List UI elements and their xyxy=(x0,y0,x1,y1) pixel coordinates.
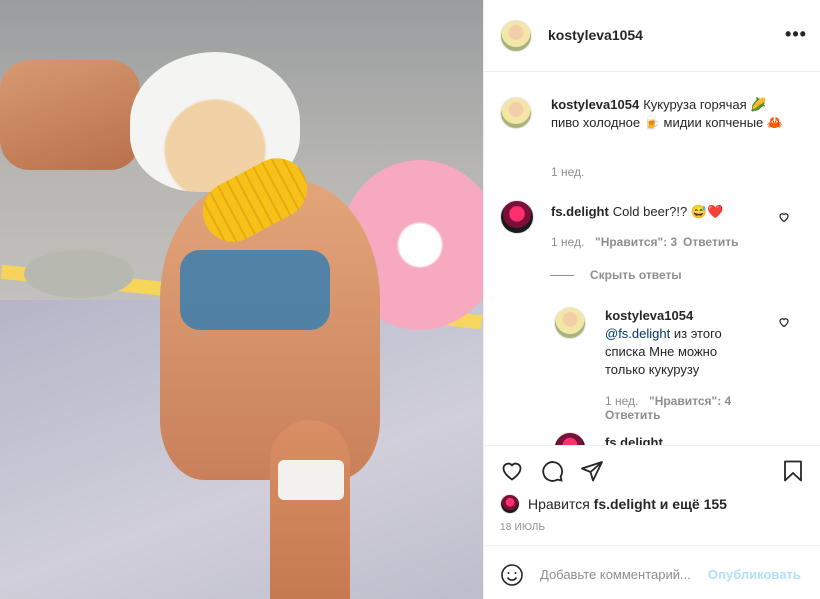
comment-like-heart-icon[interactable] xyxy=(778,211,790,223)
post-side-panel: kostyleva1054 ••• kostyleva1054 Кукуруза … xyxy=(483,0,820,599)
comment-time[interactable]: 1 нед. xyxy=(551,235,584,249)
reply-username[interactable]: kostyleva1054 xyxy=(605,308,693,323)
bookmark-icon[interactable] xyxy=(781,459,805,483)
reply-avatar[interactable] xyxy=(554,307,586,339)
post-photo[interactable] xyxy=(0,0,483,599)
photo-bandage xyxy=(278,460,344,500)
comment-reply-button[interactable]: Ответить xyxy=(683,235,738,249)
caption: kostyleva1054 Кукуруза горячая 🌽 пиво хол… xyxy=(484,73,820,179)
hide-replies-button[interactable]: Скрыть ответы xyxy=(550,268,682,282)
photo-leg xyxy=(270,420,350,599)
reply-avatar[interactable] xyxy=(554,432,586,445)
reply-item: fs.delight xyxy=(484,430,820,445)
send-icon[interactable] xyxy=(580,459,604,483)
reply-likes-count[interactable]: "Нравится": 4 xyxy=(649,394,731,408)
author-username[interactable]: kostyleva1054 xyxy=(548,27,643,43)
comment-text: Cold beer?!? 😅❤️ xyxy=(612,204,724,219)
liker-username[interactable]: fs.delight xyxy=(594,496,656,512)
likes-count[interactable]: и ещё 155 xyxy=(660,496,727,512)
reply-time[interactable]: 1 нед. xyxy=(605,394,638,408)
likes-prefix: Нравится xyxy=(528,496,590,512)
reply-username[interactable]: fs.delight xyxy=(605,435,663,445)
post-actions: Нравится fs.delight и ещё 155 18 ИЮЛЬ xyxy=(484,445,820,545)
comment-item: fs.delight Cold beer?!? 😅❤️ 1 нед. "Нрави… xyxy=(484,198,820,258)
author-avatar[interactable] xyxy=(500,20,532,52)
reply-text-block: fs.delight xyxy=(605,434,745,445)
likes-summary: Нравится fs.delight и ещё 155 xyxy=(500,494,727,514)
comment-icon[interactable] xyxy=(540,459,564,483)
comment-likes-count[interactable]: "Нравится": 3 xyxy=(595,235,677,249)
comment-input[interactable] xyxy=(540,564,706,584)
post-header: kostyleva1054 ••• xyxy=(484,0,820,72)
caption-text-block: kostyleva1054 Кукуруза горячая 🌽 пиво хол… xyxy=(551,96,791,132)
comment-avatar[interactable] xyxy=(500,200,534,234)
post-comment-button[interactable]: Опубликовать xyxy=(708,567,801,582)
reply-text-block: kostyleva1054 @fs.delight из этого списк… xyxy=(605,307,745,379)
reply-like-heart-icon[interactable] xyxy=(778,316,790,328)
post-date[interactable]: 18 ИЮЛЬ xyxy=(500,522,545,533)
more-horizontal-icon[interactable]: ••• xyxy=(784,24,808,48)
comment-text-block: fs.delight Cold beer?!? 😅❤️ xyxy=(551,203,771,221)
hide-replies-line xyxy=(550,274,574,276)
caption-time[interactable]: 1 нед. xyxy=(551,165,584,179)
photo-rock xyxy=(24,250,134,298)
liker-avatar[interactable] xyxy=(500,494,520,514)
comments-list[interactable]: kostyleva1054 Кукуруза горячая 🌽 пиво хол… xyxy=(484,73,820,445)
caption-avatar[interactable] xyxy=(500,97,532,129)
caption-username[interactable]: kostyleva1054 xyxy=(551,97,639,112)
hide-replies-label: Скрыть ответы xyxy=(590,268,682,282)
heart-icon[interactable] xyxy=(500,459,524,483)
reply-item: kostyleva1054 @fs.delight из этого списк… xyxy=(484,305,820,425)
add-comment-bar: Опубликовать xyxy=(484,545,820,599)
comment-username[interactable]: fs.delight xyxy=(551,204,609,219)
reply-reply-button[interactable]: Ответить xyxy=(605,408,660,422)
photo-sunbather xyxy=(0,60,140,170)
reply-mention-link[interactable]: @fs.delight xyxy=(605,326,670,341)
emoji-icon[interactable] xyxy=(500,563,524,587)
photo-swimsuit xyxy=(180,250,330,330)
